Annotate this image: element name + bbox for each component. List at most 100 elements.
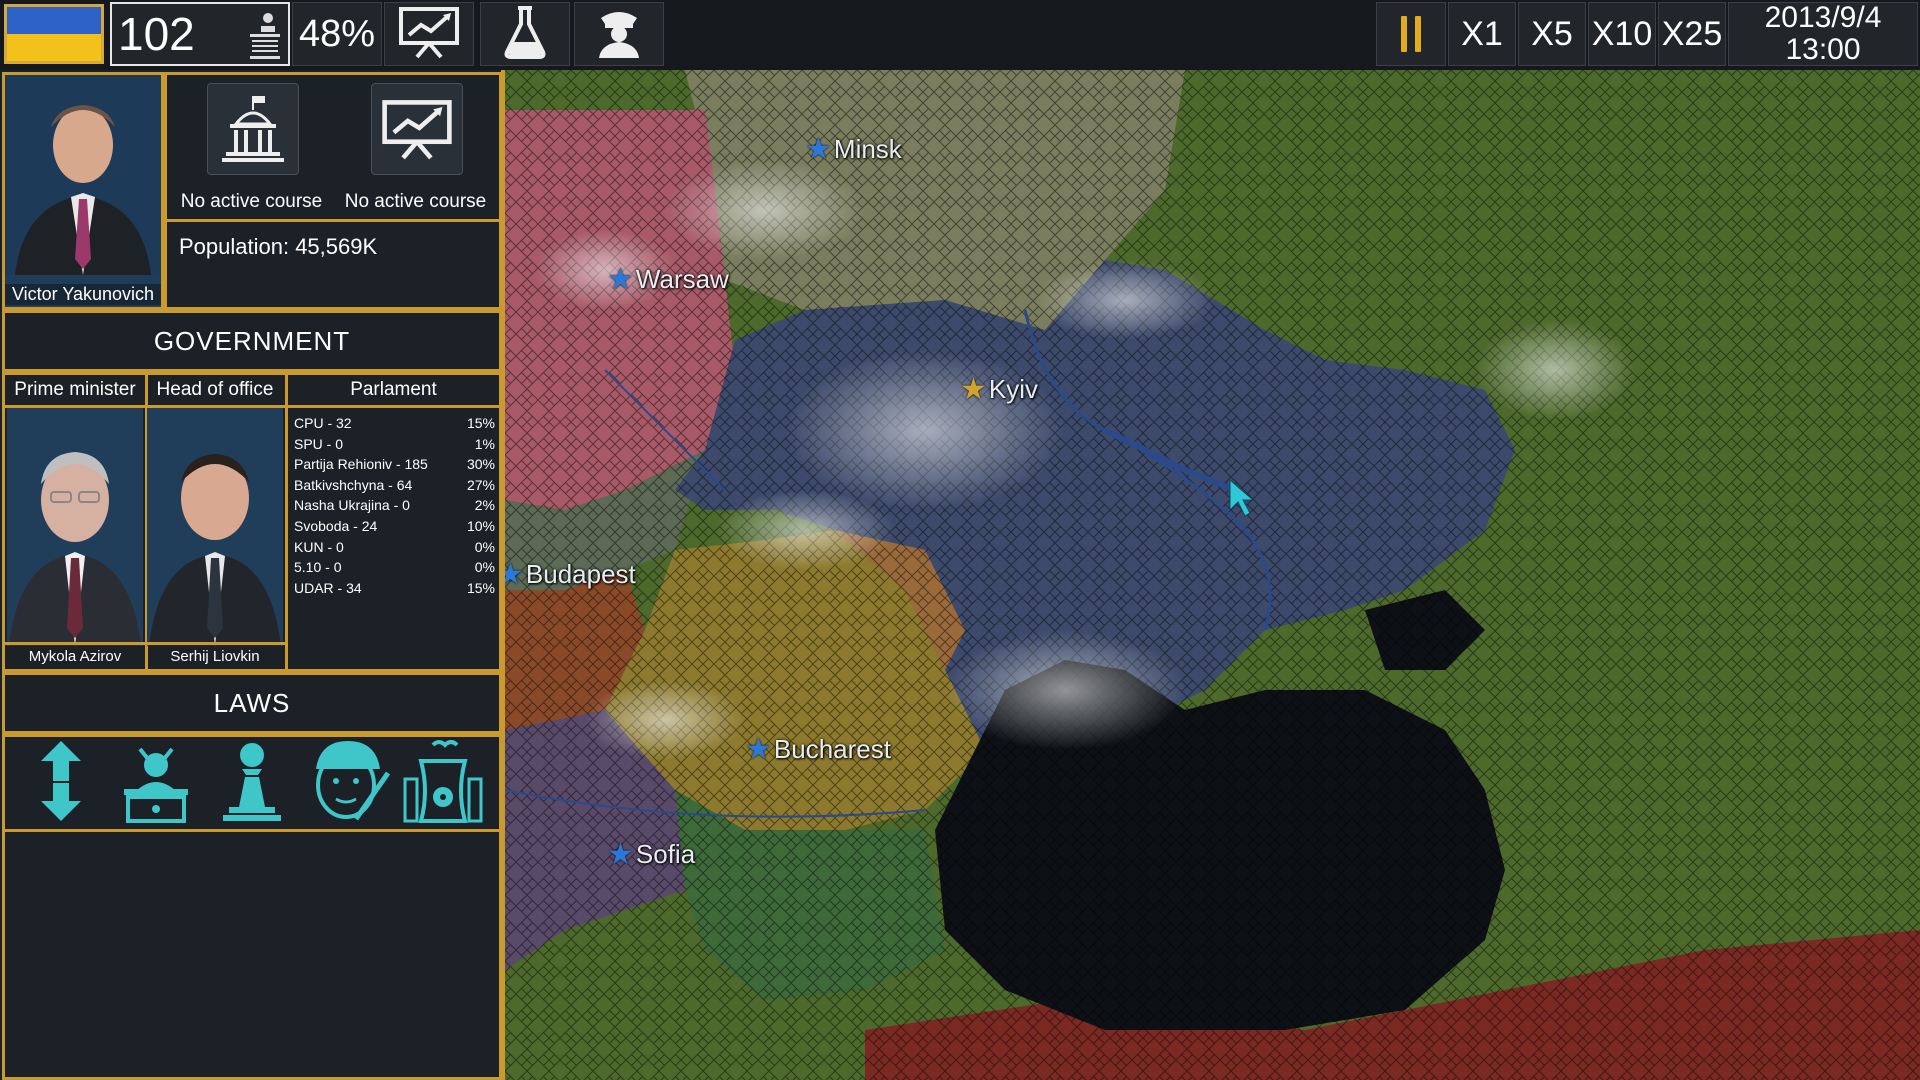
parliament-building-icon <box>207 83 299 175</box>
party-name: SPU - 0 <box>294 435 344 452</box>
prime-minister-card[interactable]: Prime minister Mykola Azirov <box>5 375 148 669</box>
parliament-box[interactable]: Parlament CPU - 32 15% SPU - 0 1% Partija Re… <box>288 375 499 669</box>
speed-x10-label: X10 <box>1591 14 1653 53</box>
political-points-value: 102 <box>118 8 195 60</box>
game-date: 2013/9/4 <box>1764 1 1882 34</box>
panel-empty-area <box>2 832 502 1080</box>
speed-x1-button[interactable]: X1 <box>1448 2 1516 66</box>
party-share: 27% <box>466 476 495 493</box>
country-panel: Victor Yakunovich No active course No ac… <box>0 70 505 1080</box>
party-row: Batkivshchyna - 64 27% <box>294 475 495 496</box>
city-star-icon: ★ <box>505 558 524 591</box>
party-name: Partija Rehioniv - 185 <box>294 456 428 473</box>
pause-button[interactable] <box>1376 2 1446 66</box>
research-button[interactable] <box>480 2 570 66</box>
laws-header: LAWS <box>2 672 502 734</box>
economy-chart-icon <box>397 5 461 64</box>
city-label: Kyiv <box>988 374 1039 404</box>
energy-law-button[interactable] <box>399 739 487 827</box>
tax-arrows-icon <box>31 739 91 828</box>
city-kyiv[interactable]: ★ Kyiv <box>960 372 1038 407</box>
political-course-button[interactable]: No active course <box>169 75 334 220</box>
population-box: Population: 45,569K <box>164 222 502 310</box>
city-label: Minsk <box>833 134 902 164</box>
party-name: Batkivshchyna - 64 <box>294 476 413 493</box>
city-star-icon: ★ <box>607 263 634 296</box>
city-star-icon: ★ <box>805 133 832 166</box>
city-budapest[interactable]: ★ Budapest <box>505 557 636 592</box>
pause-icon <box>1397 16 1425 52</box>
tax-law-button[interactable] <box>17 739 105 827</box>
nuclear-plant-icon <box>403 739 483 828</box>
party-row: SPU - 0 1% <box>294 434 495 455</box>
national-courses: No active course No active course <box>164 72 502 222</box>
laws-bar <box>2 734 502 832</box>
party-row: Nasha Ukrajina - 0 2% <box>294 495 495 516</box>
speed-x25-button[interactable]: X25 <box>1658 2 1726 66</box>
corruption-law-button[interactable] <box>112 739 200 827</box>
speaker-podium-icon <box>248 10 282 69</box>
economy-chart-icon <box>371 83 463 175</box>
party-row: Partija Rehioniv - 185 30% <box>294 454 495 475</box>
city-warsaw[interactable]: ★ Warsaw <box>607 262 729 297</box>
party-row: KUN - 0 0% <box>294 537 495 558</box>
speed-x1-label: X1 <box>1461 14 1503 53</box>
party-row: UDAR - 34 15% <box>294 578 495 599</box>
approval-rating[interactable]: 48% <box>292 2 382 66</box>
approval-value: 48% <box>298 12 376 55</box>
city-label: Budapest <box>525 559 636 589</box>
economy-button[interactable] <box>384 2 474 66</box>
prime-minister-name: Mykola Azirov <box>5 642 145 669</box>
party-row: 5.10 - 0 0% <box>294 557 495 578</box>
country-flag[interactable] <box>4 4 104 64</box>
speed-x5-label: X5 <box>1531 14 1573 53</box>
government-header: GOVERNMENT <box>2 310 502 372</box>
officer-icon <box>591 4 647 65</box>
city-label: Bucharest <box>773 734 891 764</box>
city-sofia[interactable]: ★ Sofia <box>607 837 695 872</box>
speed-x5-button[interactable]: X5 <box>1518 2 1586 66</box>
party-share: 0% <box>474 538 495 555</box>
party-share: 1% <box>474 435 495 452</box>
economic-course-label: No active course <box>344 191 487 212</box>
party-list: CPU - 32 15% SPU - 0 1% Partija Rehioniv - 1… <box>294 413 495 598</box>
speed-x25-label: X25 <box>1661 14 1723 53</box>
game-time: 13:00 <box>1785 33 1861 66</box>
head-of-office-card[interactable]: Head of office Serhij Liovkin <box>145 375 288 669</box>
city-label: Warsaw <box>635 264 729 294</box>
head-of-office-role: Head of office <box>145 375 285 408</box>
capital-star-icon: ★ <box>960 373 987 406</box>
flask-icon <box>502 4 548 65</box>
military-button[interactable] <box>574 2 664 66</box>
world-map[interactable]: ★ Minsk ★ Warsaw ★ Kyiv ★ Budapest ★ Buc… <box>505 70 1920 1080</box>
pawn-icon <box>217 739 287 828</box>
city-label: Sofia <box>635 839 696 869</box>
party-share: 0% <box>474 559 495 576</box>
political-points-counter[interactable]: 102 <box>110 2 290 66</box>
social-law-button[interactable] <box>208 739 296 827</box>
city-star-icon: ★ <box>745 733 772 766</box>
city-minsk[interactable]: ★ Minsk <box>805 132 902 167</box>
population-text: Population: 45,569K <box>179 234 378 259</box>
party-row: CPU - 32 15% <box>294 413 495 434</box>
party-share: 15% <box>466 579 495 596</box>
party-name: 5.10 - 0 <box>294 559 342 576</box>
party-name: CPU - 32 <box>294 415 352 431</box>
speed-x10-button[interactable]: X10 <box>1588 2 1656 66</box>
leader-photo <box>5 75 161 275</box>
conscription-law-button[interactable] <box>304 739 392 827</box>
head-of-office-photo <box>147 408 283 646</box>
top-bar: 102 48% X1 X5 X10 X25 2013/9/4 13:00 <box>0 0 1920 70</box>
economic-course-button[interactable]: No active course <box>333 75 498 220</box>
game-date-clock: 2013/9/4 13:00 <box>1728 2 1918 66</box>
city-bucharest[interactable]: ★ Bucharest <box>745 732 891 767</box>
political-course-label: No active course <box>180 191 323 212</box>
prime-minister-role: Prime minister <box>5 375 145 408</box>
prime-minister-photo <box>7 408 143 646</box>
party-name: KUN - 0 <box>294 538 344 555</box>
party-row: Svoboda - 24 10% <box>294 516 495 537</box>
party-share: 30% <box>466 456 495 473</box>
party-share: 15% <box>466 415 495 431</box>
party-share: 2% <box>474 497 495 514</box>
leader-portrait[interactable]: Victor Yakunovich <box>2 72 164 310</box>
